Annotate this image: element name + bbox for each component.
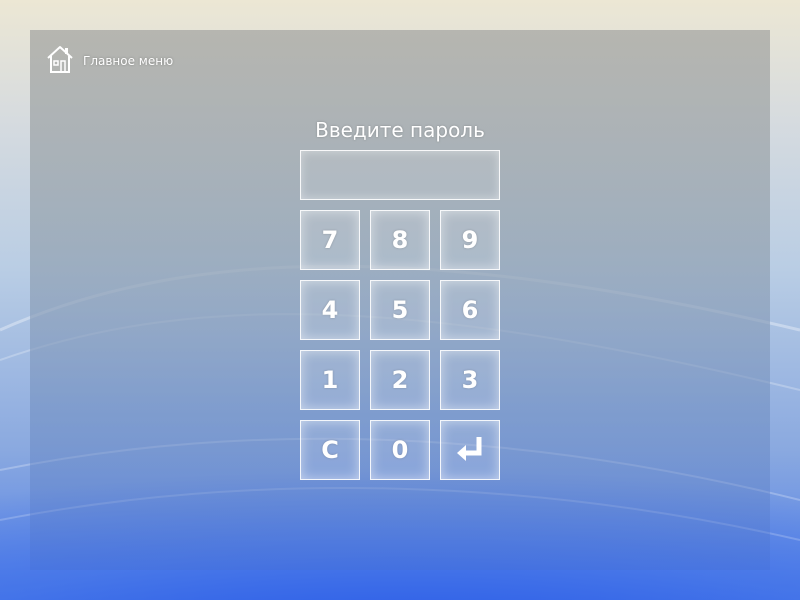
- house-icon: [46, 44, 74, 74]
- key-4[interactable]: 4: [300, 280, 360, 340]
- clear-button[interactable]: C: [300, 420, 360, 480]
- main-menu-button[interactable]: Главное меню: [46, 44, 173, 74]
- key-0[interactable]: 0: [370, 420, 430, 480]
- password-input[interactable]: [300, 150, 500, 200]
- key-5[interactable]: 5: [370, 280, 430, 340]
- key-8[interactable]: 8: [370, 210, 430, 270]
- enter-arrow-icon: [454, 437, 486, 463]
- key-1[interactable]: 1: [300, 350, 360, 410]
- password-prompt: Введите пароль: [315, 118, 485, 142]
- key-2[interactable]: 2: [370, 350, 430, 410]
- main-menu-label: Главное меню: [83, 54, 174, 68]
- key-6[interactable]: 6: [440, 280, 500, 340]
- key-3[interactable]: 3: [440, 350, 500, 410]
- enter-button[interactable]: [440, 420, 500, 480]
- login-panel: Главное меню Введите пароль 7 8 9 4 5 6 …: [30, 30, 770, 570]
- key-9[interactable]: 9: [440, 210, 500, 270]
- key-7[interactable]: 7: [300, 210, 360, 270]
- numeric-keypad: 7 8 9 4 5 6 1 2 3 C 0: [300, 210, 500, 480]
